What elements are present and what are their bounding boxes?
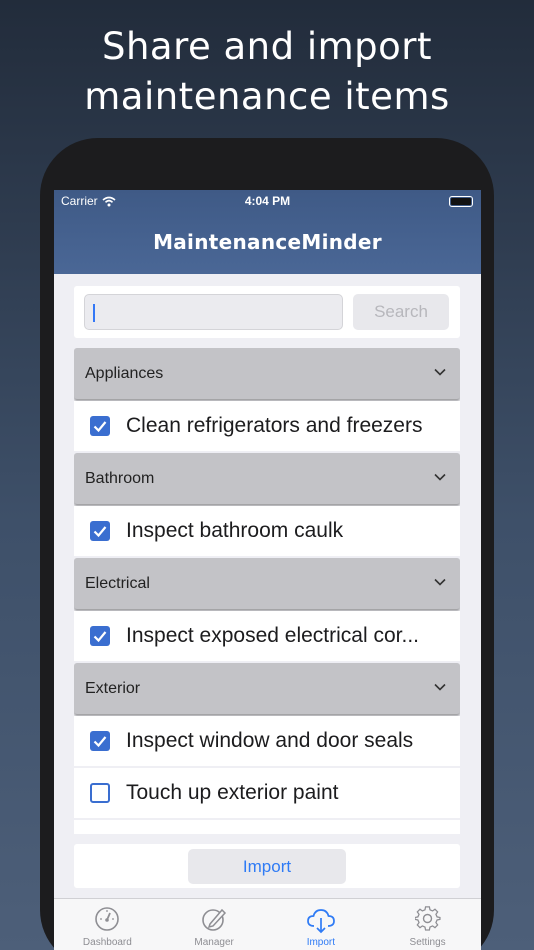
tab-label: Manager (194, 937, 234, 948)
tab-label: Settings (409, 937, 446, 948)
app-screen: Carrier 4:04 PM MaintenanceMinder Search… (54, 190, 481, 950)
search-input[interactable] (84, 294, 343, 330)
section-title: Bathroom (85, 470, 155, 487)
section-title: Electrical (85, 575, 150, 592)
list-item[interactable]: Touch up exterior paint (74, 768, 460, 818)
checkmark-icon (93, 421, 107, 433)
item-label: Inspect bathroom caulk (126, 519, 344, 542)
edit-icon (202, 908, 227, 931)
checkbox-checked[interactable] (90, 731, 110, 751)
chevron-down-icon (434, 368, 446, 376)
checkmark-icon (93, 526, 107, 538)
import-bar: Import (74, 844, 460, 888)
promo-headline: Share and import maintenance items (0, 22, 534, 122)
checkbox-checked[interactable] (90, 521, 110, 541)
list-item[interactable] (74, 820, 460, 834)
status-time: 4:04 PM (244, 194, 291, 208)
checkbox-checked[interactable] (90, 416, 110, 436)
text-caret (93, 304, 95, 322)
battery-icon (449, 196, 473, 207)
list-item[interactable]: Clean refrigerators and freezers (74, 401, 460, 451)
tab-label: Import (306, 937, 336, 948)
tab-manager[interactable]: Manager (161, 899, 268, 950)
tab-dashboard[interactable]: Dashboard (54, 899, 161, 950)
section-title: Exterior (85, 680, 141, 697)
item-label: Inspect window and door seals (126, 729, 414, 752)
list-item[interactable]: Inspect window and door seals (74, 716, 460, 766)
chevron-down-icon (434, 683, 446, 691)
nav-bar: Carrier 4:04 PM MaintenanceMinder (54, 190, 481, 274)
checkbox-unchecked[interactable] (90, 783, 110, 803)
search-bar: Search (74, 286, 460, 338)
checkbox-checked[interactable] (90, 626, 110, 646)
list-item[interactable]: Inspect exposed electrical cor... (74, 611, 460, 661)
gear-icon (414, 906, 441, 931)
promo-headline-line2: maintenance items (84, 75, 450, 118)
item-label: Clean refrigerators and freezers (126, 414, 423, 437)
section-header-electrical[interactable]: Electrical (74, 558, 460, 609)
chevron-down-icon (434, 473, 446, 481)
cloud-download-icon (307, 909, 335, 934)
section-header-exterior[interactable]: Exterior (74, 663, 460, 714)
tab-settings[interactable]: Settings (374, 899, 481, 950)
item-label: Touch up exterior paint (126, 781, 339, 804)
checkmark-icon (93, 631, 107, 643)
tab-import[interactable]: Import (268, 899, 375, 950)
chevron-down-icon (434, 578, 446, 586)
gauge-icon (95, 907, 120, 931)
section-header-appliances[interactable]: Appliances (74, 348, 460, 399)
import-button[interactable]: Import (188, 849, 346, 884)
item-label: Inspect exposed electrical cor... (126, 624, 419, 647)
checkmark-icon (93, 736, 107, 748)
item-list[interactable]: Appliances Clean refrigerators and freez… (74, 348, 460, 834)
tab-label: Dashboard (82, 937, 132, 948)
tab-bar: Dashboard Manager Import Settings (54, 898, 481, 950)
section-header-bathroom[interactable]: Bathroom (74, 453, 460, 504)
search-button[interactable]: Search (353, 294, 449, 330)
promo-headline-line1: Share and import (101, 25, 433, 68)
page-title: MaintenanceMinder (153, 230, 382, 254)
list-item[interactable]: Inspect bathroom caulk (74, 506, 460, 556)
section-title: Appliances (85, 365, 164, 382)
